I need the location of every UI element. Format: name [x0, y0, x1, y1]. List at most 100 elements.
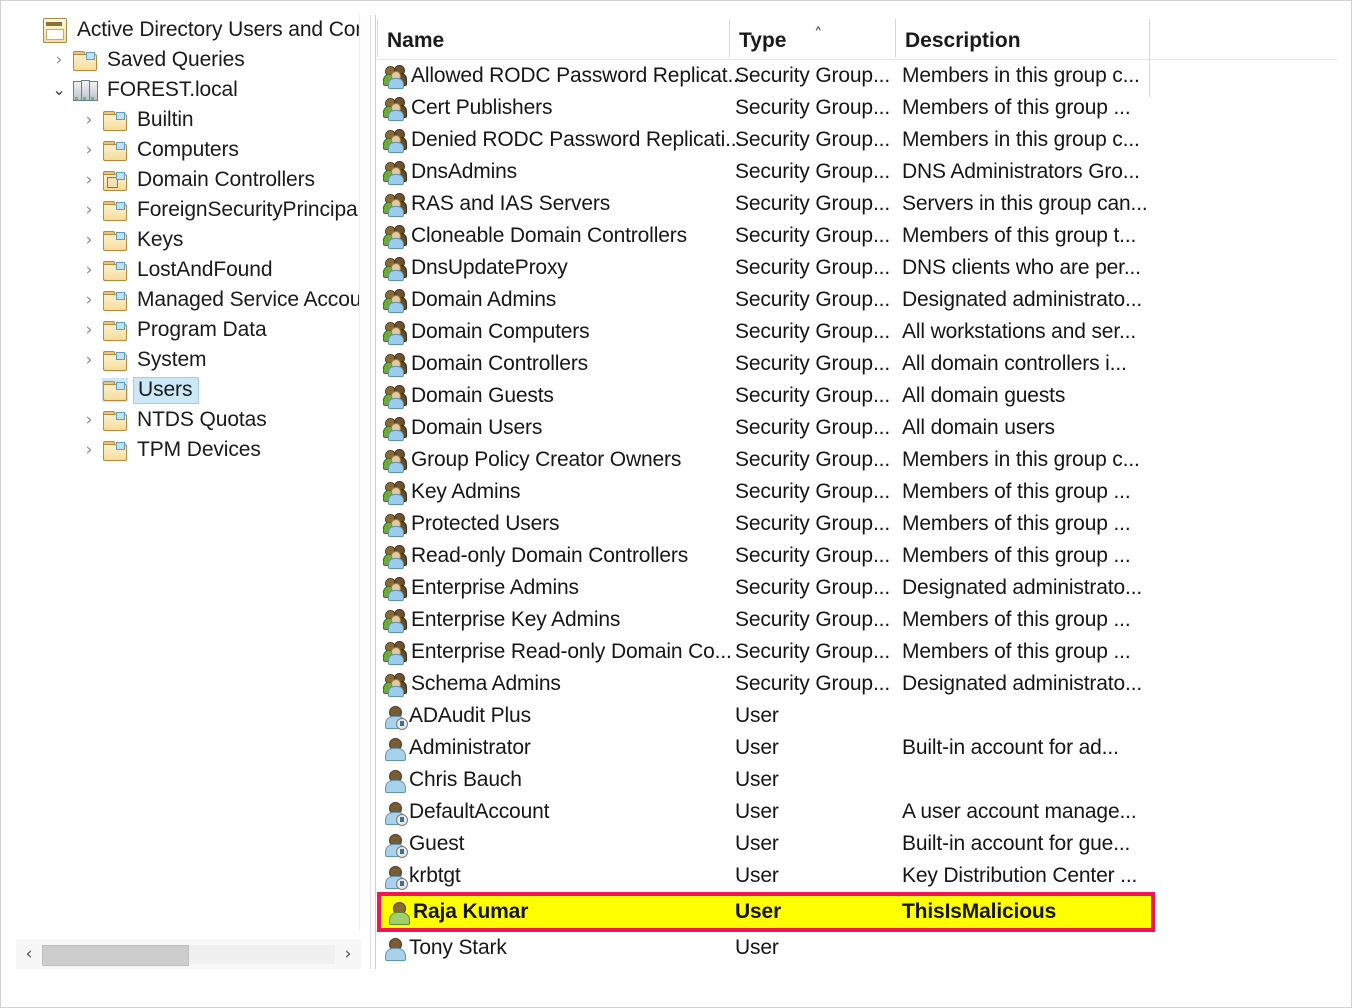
- table-row[interactable]: Read-only Domain Controllers Security Gro…: [377, 540, 1337, 572]
- tree-item-domain-controllers[interactable]: › Domain Controllers: [16, 165, 361, 195]
- table-row[interactable]: Domain Users Security Group... All domain …: [377, 412, 1337, 444]
- tree-item-icon: [102, 168, 128, 192]
- table-row[interactable]: Denied RODC Password Replicati... Securit…: [377, 124, 1337, 156]
- tree-item-icon: [42, 17, 68, 43]
- table-row-highlighted[interactable]: Raja Kumar User ThisIsMalicious: [377, 892, 1155, 932]
- hscroll-thumb[interactable]: [42, 944, 189, 966]
- scroll-right-arrow-icon[interactable]: ›: [335, 944, 361, 964]
- tree-item-managed-service-accoun[interactable]: › Managed Service Accoun: [16, 285, 361, 315]
- security-group-icon: [383, 416, 409, 441]
- table-row[interactable]: Domain Admins Security Group... Designated…: [377, 284, 1337, 316]
- chevron-right-icon[interactable]: ›: [76, 171, 102, 189]
- folder-icon: [102, 258, 128, 282]
- folder-icon: [102, 408, 128, 432]
- table-row[interactable]: Domain Controllers Security Group... All d…: [377, 348, 1337, 380]
- chevron-right-icon[interactable]: ›: [76, 411, 102, 429]
- table-row[interactable]: ADAudit Plus User: [377, 700, 1337, 732]
- table-row[interactable]: DnsUpdateProxy Security Group... DNS clien…: [377, 252, 1337, 284]
- table-row[interactable]: Cloneable Domain Controllers Security Gro…: [377, 220, 1337, 252]
- table-row[interactable]: Protected Users Security Group... Members …: [377, 508, 1337, 540]
- tree-item-lostandfound[interactable]: › LostAndFound: [16, 255, 361, 285]
- chevron-right-icon[interactable]: ›: [76, 201, 102, 219]
- table-row[interactable]: RAS and IAS Servers Security Group... Serv…: [377, 188, 1337, 220]
- table-row[interactable]: Domain Guests Security Group... All domain…: [377, 380, 1337, 412]
- object-name-label: Domain Controllers: [411, 352, 589, 375]
- table-row[interactable]: Group Policy Creator Owners Security Grou…: [377, 444, 1337, 476]
- object-name-label: Cloneable Domain Controllers: [411, 224, 687, 247]
- object-list-pane[interactable]: Name Type ˄ Description Allowed RODC Pas…: [377, 15, 1337, 995]
- security-group-icon: [383, 256, 409, 281]
- table-row[interactable]: Enterprise Read-only Domain Co... Securit…: [377, 636, 1337, 668]
- object-name-label: Group Policy Creator Owners: [411, 448, 682, 471]
- tree-item-tpm-devices[interactable]: › TPM Devices: [16, 435, 361, 465]
- tree-item-active-directory-users-and-com[interactable]: Active Directory Users and Com: [16, 15, 361, 45]
- chevron-right-icon[interactable]: ›: [76, 321, 102, 339]
- chevron-right-icon[interactable]: ›: [76, 111, 102, 129]
- cell-type: Security Group...: [735, 192, 891, 215]
- tree-item-computers[interactable]: › Computers: [16, 135, 361, 165]
- list-column-header[interactable]: Name Type ˄ Description: [377, 15, 1337, 60]
- table-row[interactable]: Enterprise Admins Security Group... Design…: [377, 572, 1337, 604]
- tree-item-program-data[interactable]: › Program Data: [16, 315, 361, 345]
- chevron-down-icon[interactable]: ⌄: [46, 82, 72, 98]
- tree-item-builtin[interactable]: › Builtin: [16, 105, 361, 135]
- tree-item-foreignsecurityprincipals[interactable]: › ForeignSecurityPrincipals: [16, 195, 361, 225]
- pane-splitter[interactable]: [370, 15, 376, 969]
- tree-horizontal-scrollbar[interactable]: ‹ ›: [16, 939, 361, 969]
- chevron-right-icon[interactable]: ›: [76, 291, 102, 309]
- tree-item-saved-queries[interactable]: › Saved Queries: [16, 45, 361, 75]
- table-row[interactable]: Allowed RODC Password Replicat... Securit…: [377, 60, 1337, 92]
- tree-item-icon: [102, 408, 128, 432]
- cell-name: DefaultAccount: [383, 800, 549, 826]
- scroll-left-arrow-icon[interactable]: ‹: [16, 944, 42, 964]
- table-row[interactable]: Key Admins Security Group... Members of th…: [377, 476, 1337, 508]
- table-row[interactable]: Domain Computers Security Group... All wor…: [377, 316, 1337, 348]
- folder-icon: [102, 318, 128, 342]
- console-tree-pane[interactable]: Active Directory Users and Com › Saved Que…: [16, 15, 361, 930]
- header-divider: [377, 19, 378, 57]
- tree-item-icon: [102, 378, 128, 402]
- table-row[interactable]: Enterprise Key Admins Security Group... Me…: [377, 604, 1337, 636]
- table-row[interactable]: krbtgt User Key Distribution Center ...: [377, 860, 1337, 892]
- chevron-right-icon[interactable]: ›: [76, 351, 102, 369]
- security-group-icon: [383, 224, 409, 249]
- chevron-right-icon[interactable]: ›: [76, 141, 102, 159]
- cell-description: Servers in this group can...: [902, 192, 1148, 215]
- cell-type: Security Group...: [735, 672, 891, 695]
- chevron-right-icon[interactable]: ›: [46, 51, 72, 69]
- tree-item-forest-local[interactable]: ⌄ FOREST.local: [16, 75, 361, 105]
- cell-description: All domain controllers i...: [902, 352, 1127, 375]
- user-account-icon: [383, 768, 407, 793]
- chevron-right-icon[interactable]: ›: [76, 261, 102, 279]
- table-row[interactable]: Administrator User Built-in account for ad…: [377, 732, 1337, 764]
- column-header-description[interactable]: Description: [905, 15, 1021, 59]
- tree-item-label: NTDS Quotas: [137, 408, 267, 431]
- chevron-right-icon[interactable]: ›: [76, 231, 102, 249]
- table-row[interactable]: Cert Publishers Security Group... Members …: [377, 92, 1337, 124]
- table-row[interactable]: DnsAdmins Security Group... DNS Administra…: [377, 156, 1337, 188]
- table-row[interactable]: Guest User Built-in account for gue...: [377, 828, 1337, 860]
- cell-description: Designated administrato...: [902, 288, 1143, 311]
- cell-name: RAS and IAS Servers: [383, 192, 610, 217]
- tree-item-label: Program Data: [137, 318, 267, 341]
- cell-type: Security Group...: [735, 160, 891, 183]
- hscroll-track[interactable]: [42, 944, 335, 966]
- cell-description: DNS Administrators Gro...: [902, 160, 1140, 183]
- security-group-icon: [383, 384, 409, 409]
- object-list-body[interactable]: Allowed RODC Password Replicat... Securit…: [377, 60, 1337, 964]
- chevron-right-icon[interactable]: ›: [76, 441, 102, 459]
- column-header-type[interactable]: Type: [739, 15, 786, 59]
- cell-name: Administrator: [383, 736, 531, 761]
- tree-item-users[interactable]: Users: [16, 375, 361, 405]
- object-name-label: Raja Kumar: [413, 900, 529, 923]
- tree-item-ntds-quotas[interactable]: › NTDS Quotas: [16, 405, 361, 435]
- cell-type: Security Group...: [735, 320, 891, 343]
- tree-item-keys[interactable]: › Keys: [16, 225, 361, 255]
- tree-item-system[interactable]: › System: [16, 345, 361, 375]
- table-row[interactable]: DefaultAccount User A user account manage.…: [377, 796, 1337, 828]
- column-header-name[interactable]: Name: [387, 15, 444, 59]
- table-row[interactable]: Schema Admins Security Group... Designated…: [377, 668, 1337, 700]
- table-row[interactable]: Tony Stark User: [377, 932, 1337, 964]
- security-group-icon: [383, 64, 409, 89]
- table-row[interactable]: Chris Bauch User: [377, 764, 1337, 796]
